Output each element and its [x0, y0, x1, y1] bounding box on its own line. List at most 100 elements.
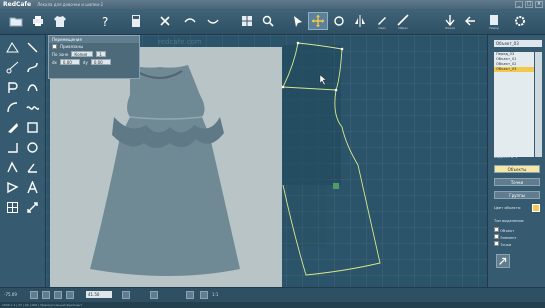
option-checkbox[interactable]: [494, 234, 499, 239]
object-list[interactable]: Перед_03 Объект_01 Объект_02 Объект_03: [494, 52, 534, 157]
pen-tool[interactable]: [4, 79, 21, 96]
option-checkbox[interactable]: [494, 227, 499, 232]
grid-snap-icon[interactable]: [42, 291, 50, 299]
selection-type-label: Тип выделения:: [494, 219, 525, 223]
dart-icon: [7, 161, 18, 173]
open-button[interactable]: [6, 12, 26, 30]
pattern-point[interactable]: [334, 88, 338, 92]
redo-button[interactable]: [203, 12, 223, 30]
garment-button[interactable]: [50, 12, 70, 30]
print-preview-icon[interactable]: [150, 291, 158, 299]
back-button[interactable]: [460, 12, 480, 30]
apply-button[interactable]: [496, 254, 510, 268]
mode-select[interactable]: Копия: [71, 51, 94, 57]
fold-icon: [7, 181, 19, 194]
coord-x: -75.09: [4, 292, 17, 297]
ortho-icon[interactable]: [54, 291, 62, 299]
option-points[interactable]: Точки: [494, 241, 511, 247]
edge-button[interactable]: Обрез: [393, 12, 413, 30]
lock-icon[interactable]: [122, 291, 130, 299]
maximize-button[interactable]: □: [525, 1, 533, 8]
dy-input[interactable]: 0.00: [90, 59, 111, 65]
edge-label: Обрез: [398, 25, 408, 30]
main-toolbar: ? Связ Обрез Линия Повор: [0, 9, 545, 35]
wave-tool[interactable]: [24, 99, 41, 116]
chain-button[interactable]: Связ: [372, 12, 392, 30]
anchor-point[interactable]: [333, 183, 339, 189]
text-tool[interactable]: [24, 179, 41, 196]
triangle-tool[interactable]: [4, 39, 21, 56]
triangle-icon: [6, 42, 19, 53]
redo-icon: [207, 19, 219, 24]
knife-tool[interactable]: [4, 119, 21, 136]
objects-button[interactable]: Объекты: [494, 165, 540, 173]
object-list-scrollbar[interactable]: [535, 52, 542, 157]
curve-icon: [27, 62, 38, 73]
list-item[interactable]: Объект_03: [494, 67, 534, 72]
arc-tool[interactable]: [24, 79, 41, 96]
line-button[interactable]: Линия: [440, 12, 460, 30]
attach-checkbox[interactable]: [52, 44, 57, 49]
close-button[interactable]: ×: [535, 1, 543, 8]
bezier-icon: [7, 102, 18, 113]
stretch-tool[interactable]: [24, 199, 41, 216]
pattern-point[interactable]: [281, 85, 285, 89]
rotate-page-button[interactable]: Повор: [484, 12, 504, 30]
shape-tool[interactable]: [4, 99, 21, 116]
checkbox-label: Привязаны: [60, 44, 84, 49]
pen-icon: [378, 16, 386, 25]
zoom-level: 1:1: [212, 292, 219, 297]
panel-row-offset: dx 0.00 dy 0.00: [49, 58, 139, 66]
undo-button[interactable]: [180, 12, 200, 30]
mirror-button[interactable]: [350, 12, 370, 30]
minimize-button[interactable]: _: [515, 1, 523, 8]
calculator-button[interactable]: [126, 12, 146, 30]
circle-tool[interactable]: [24, 139, 41, 156]
rectangle-tool[interactable]: [24, 119, 41, 136]
settings-button[interactable]: [510, 12, 530, 30]
drawing-canvas[interactable]: redcafe.com Перемещения Привязаны По зон…: [46, 35, 487, 287]
measure-tool[interactable]: [24, 159, 41, 176]
move-icon: [312, 15, 324, 27]
status-bar: -75.09 41.50 1:1 1030 x 1 | 47 | 02 | 00…: [0, 287, 545, 308]
option-element[interactable]: Элемент: [494, 234, 517, 240]
zoom-button[interactable]: [258, 12, 278, 30]
circle-icon: [27, 142, 38, 153]
line-tool[interactable]: [24, 39, 41, 56]
folder-icon: [9, 17, 23, 27]
help-button[interactable]: ?: [96, 12, 116, 30]
groups-button[interactable]: Группы: [494, 191, 540, 199]
move-button[interactable]: [308, 12, 328, 30]
dx-input[interactable]: 0.00: [59, 59, 80, 65]
select-button[interactable]: [288, 12, 308, 30]
layer-icon[interactable]: [66, 291, 74, 299]
object-color-swatch[interactable]: [532, 204, 540, 212]
curve-tool[interactable]: [24, 59, 41, 76]
delete-button[interactable]: [155, 12, 175, 30]
pattern-point[interactable]: [296, 41, 300, 45]
points-button[interactable]: Точки: [494, 178, 540, 186]
gear-icon: [515, 16, 525, 26]
zoom-out-icon[interactable]: [200, 291, 208, 299]
option-object[interactable]: Объект: [494, 227, 514, 233]
grid-tool[interactable]: [4, 199, 21, 216]
rotate-button[interactable]: [329, 12, 349, 30]
option-checkbox[interactable]: [494, 241, 499, 246]
fit-icon[interactable]: [186, 291, 194, 299]
document-title: Лекала для девочки и шапки-2: [37, 2, 104, 7]
current-object[interactable]: Объект_03: [494, 40, 542, 47]
chain-label: Связ: [378, 25, 386, 30]
pattern-point[interactable]: [340, 47, 344, 51]
copies-input[interactable]: 1: [96, 51, 107, 57]
dart-tool[interactable]: [4, 159, 21, 176]
snap-icon[interactable]: [30, 291, 38, 299]
notch-tool[interactable]: [4, 139, 21, 156]
knife-icon: [8, 123, 18, 133]
fold-tool[interactable]: [4, 179, 21, 196]
p-icon: [8, 82, 18, 93]
layout-button[interactable]: [237, 12, 257, 30]
print-button[interactable]: [28, 12, 48, 30]
window-controls: _ □ ×: [515, 1, 543, 8]
coord-y[interactable]: 41.50: [86, 291, 112, 298]
scissors-tool[interactable]: [4, 59, 21, 76]
